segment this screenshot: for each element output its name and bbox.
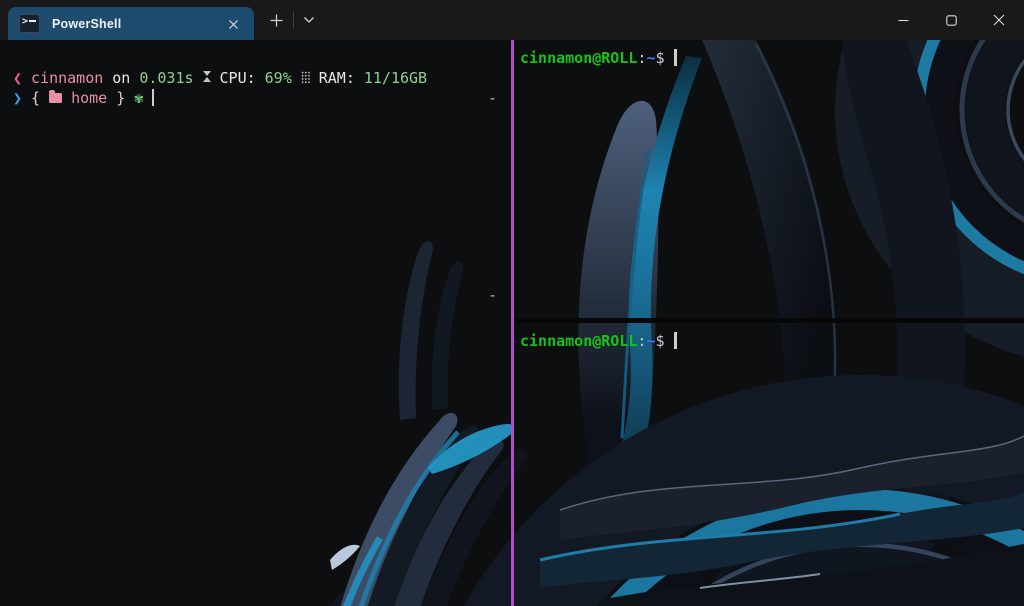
brace-open: {	[31, 89, 41, 107]
prompt-user: cinnamon	[31, 69, 104, 87]
brace-close: }	[116, 89, 126, 107]
pane-left-powershell[interactable]: ❮ cinnamon on 0.031s CPU: 69% RAM: 11/16GB ❯ { ho…	[0, 40, 511, 606]
maximize-button[interactable]	[928, 0, 974, 40]
cursor-top-right-pane	[673, 49, 677, 66]
prompt-duration: 0.031s	[139, 69, 194, 87]
titlebar: > PowerShell	[0, 0, 1024, 40]
folder-icon	[49, 90, 63, 103]
close-icon	[993, 14, 1005, 26]
pane-bottom-right-bash[interactable]: cinnamon@ROLL:~$	[514, 323, 1024, 606]
scrollbar-mark-top: -	[488, 89, 498, 107]
pane-top-right-bash[interactable]: cinnamon@ROLL:~$	[514, 40, 1024, 318]
chevron-down-icon	[304, 17, 314, 23]
minimize-icon	[898, 19, 908, 21]
tab-label: PowerShell	[52, 16, 122, 31]
memory-icon	[300, 71, 310, 84]
tab-dropdown-button[interactable]	[296, 0, 322, 40]
bash-prompt: cinnamon@ROLL:~$	[520, 331, 1024, 351]
maximize-icon	[945, 14, 957, 26]
bash-userhost: cinnamon@ROLL	[520, 49, 638, 67]
hourglass-icon	[202, 71, 211, 82]
tab-close-icon[interactable]	[224, 15, 242, 33]
cursor-left-pane	[152, 89, 155, 106]
prompt-line-2: ❯ { home} ✾	[13, 88, 511, 108]
close-button[interactable]	[976, 0, 1022, 40]
titlebar-separator	[293, 11, 294, 29]
scrollbar-mark-middle: -	[488, 286, 498, 304]
prompt-line-1: ❮ cinnamon on 0.031s CPU: 69% RAM: 11/16GB	[13, 68, 511, 88]
bash-dollar: $	[655, 49, 665, 67]
prompt-left-chevron: ❮	[13, 69, 23, 87]
cpu-value: 69%	[264, 69, 292, 87]
folder-name: home	[71, 89, 108, 107]
minimize-button[interactable]	[880, 0, 926, 40]
powershell-icon: >	[19, 14, 40, 33]
prompt-on: on	[112, 69, 131, 87]
terminal-content: ❮ cinnamon on 0.031s CPU: 69% RAM: 11/16GB ❯ { ho…	[0, 40, 1024, 606]
bash-userhost: cinnamon@ROLL	[520, 332, 638, 350]
terminal-window: > PowerShell ❮ cinnamon on 0.031s CPU: 6…	[0, 0, 1024, 606]
prompt-right-chevron: ❯	[13, 89, 23, 107]
plus-icon	[270, 14, 282, 26]
ram-value: 11/16GB	[363, 69, 428, 87]
new-tab-button[interactable]	[260, 0, 292, 40]
bash-prompt: cinnamon@ROLL:~$	[520, 48, 1024, 68]
tab-powershell[interactable]: > PowerShell	[8, 7, 254, 40]
cursor-bottom-right-pane	[673, 332, 677, 349]
cpu-label: CPU:	[219, 69, 256, 87]
bash-dollar: $	[655, 332, 665, 350]
flower-icon: ✾	[134, 89, 144, 107]
ram-label: RAM:	[318, 69, 355, 87]
